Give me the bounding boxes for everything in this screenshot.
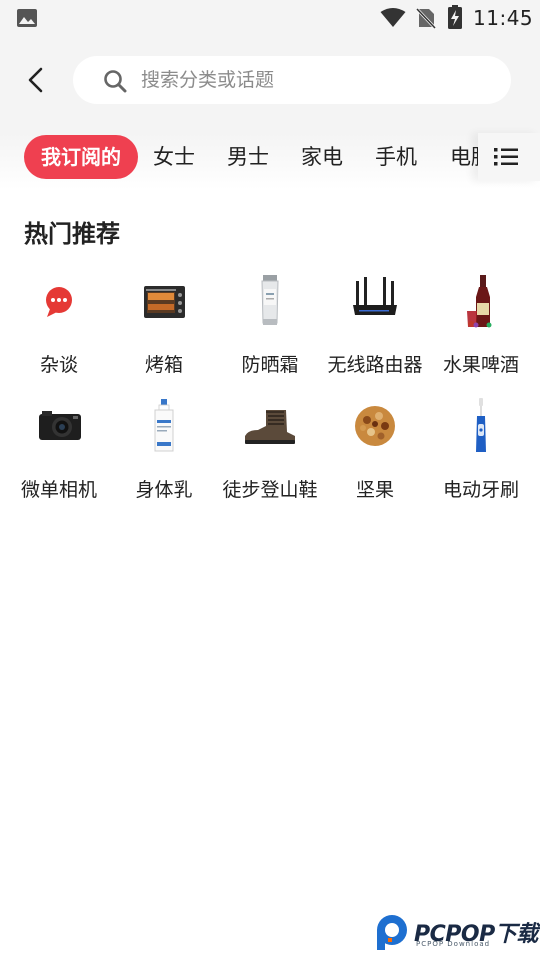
category-label: 身体乳 [135, 479, 193, 501]
category-label: 电动牙刷 [442, 479, 519, 501]
category-item-oven[interactable]: 烤箱 [110, 265, 218, 390]
tab-women[interactable]: 女士 [153, 135, 195, 179]
router-icon [353, 277, 397, 315]
category-label: 坚果 [355, 479, 394, 501]
category-item-sunscreen[interactable]: 防晒霜 [216, 265, 324, 390]
pcpop-logo-icon [377, 915, 407, 950]
category-item-router[interactable]: 无线路由器 [321, 265, 429, 390]
search-bar[interactable]: 搜索分类或话题 [73, 56, 511, 104]
category-tabs: 我订阅的 女士 男士 家电 手机 电脑 [0, 133, 478, 181]
category-label: 烤箱 [144, 354, 183, 376]
tab-subscribed[interactable]: 我订阅的 [24, 135, 138, 179]
chat-bubble-icon [46, 287, 72, 317]
camera-icon [39, 411, 81, 440]
tab-computers[interactable]: 电脑 [450, 135, 478, 179]
search-placeholder: 搜索分类或话题 [141, 69, 275, 91]
no-sim-icon [416, 7, 436, 29]
category-item-hiking-boots[interactable]: 徒步登山鞋 [216, 390, 324, 515]
watermark-sub: PCPOP Download [416, 940, 491, 948]
beer-bottle-icon [467, 275, 492, 328]
section-title: 热门推荐 [24, 220, 120, 248]
back-arrow-icon[interactable] [22, 66, 50, 94]
nuts-icon [355, 406, 395, 446]
image-notification-icon [17, 9, 37, 27]
category-label: 徒步登山鞋 [222, 479, 318, 501]
wifi-icon [380, 8, 406, 27]
category-label: 杂谈 [39, 354, 78, 376]
category-label: 无线路由器 [327, 354, 423, 376]
category-label: 水果啤酒 [442, 354, 519, 376]
toothbrush-icon [476, 398, 486, 452]
hiking-boot-icon [245, 410, 295, 444]
tab-phones[interactable]: 手机 [375, 135, 417, 179]
category-label: 微单相机 [20, 479, 97, 501]
category-item-mirrorless-camera[interactable]: 微单相机 [5, 390, 113, 515]
tab-men[interactable]: 男士 [227, 135, 269, 179]
category-item-electric-toothbrush[interactable]: 电动牙刷 [427, 390, 535, 515]
category-item-chat[interactable]: 杂谈 [5, 265, 113, 390]
list-menu-icon[interactable] [494, 146, 518, 168]
category-label: 防晒霜 [241, 354, 299, 376]
category-item-body-lotion[interactable]: 身体乳 [110, 390, 218, 515]
oven-icon [144, 286, 185, 318]
clock: 11:45 [473, 6, 534, 30]
watermark: PCPOP下载 PCPOP Download [374, 912, 540, 956]
lotion-bottle-icon [154, 399, 174, 452]
battery-charging-icon [448, 5, 462, 29]
category-item-fruit-beer[interactable]: 水果啤酒 [427, 265, 535, 390]
tab-appliances[interactable]: 家电 [301, 135, 343, 179]
status-bar: 11:45 [0, 0, 540, 36]
search-icon [104, 70, 127, 93]
sunscreen-icon [261, 275, 279, 325]
category-item-nuts[interactable]: 坚果 [321, 390, 429, 515]
